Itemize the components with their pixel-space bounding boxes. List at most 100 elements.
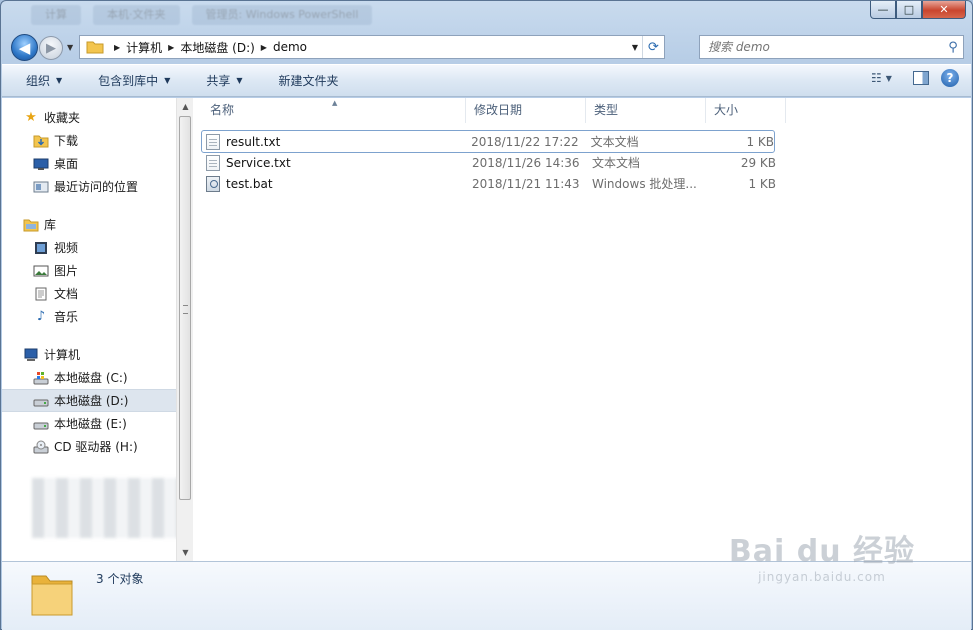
ghost-tab: 管理员: Windows PowerShell bbox=[191, 5, 373, 25]
command-bar: 组织 ▼ 包含到库中 ▼ 共享 ▼ 新建文件夹 ☷ ▼ ? bbox=[2, 64, 971, 97]
breadcrumb-demo[interactable]: demo bbox=[273, 40, 307, 54]
chevron-down-icon: ▼ bbox=[164, 75, 171, 85]
system-drive-icon bbox=[32, 370, 50, 386]
nav-pictures-label: 图片 bbox=[54, 264, 79, 278]
baidu-watermark: Bai du 经验 jingyan.baidu.com bbox=[729, 526, 915, 584]
organize-menu[interactable]: 组织 ▼ bbox=[2, 69, 74, 93]
nav-libraries[interactable]: 库 bbox=[2, 213, 176, 236]
nav-recent-places[interactable]: 最近访问的位置 bbox=[2, 175, 176, 198]
change-view-button[interactable]: ☷ ▼ bbox=[871, 71, 901, 85]
file-size: 1 KB bbox=[748, 176, 776, 191]
nav-computer[interactable]: 计算机 bbox=[2, 343, 176, 366]
nav-videos[interactable]: 视频 bbox=[2, 236, 176, 259]
breadcrumb-separator-icon[interactable]: ▶ bbox=[168, 43, 174, 52]
share-menu[interactable]: 共享 ▼ bbox=[182, 69, 254, 93]
file-name-cell: result.txt bbox=[202, 133, 465, 150]
navigation-scrollbar[interactable]: ▲ ▼ bbox=[176, 98, 193, 561]
drive-icon bbox=[32, 416, 50, 432]
column-header-name[interactable]: ▲ 名称 bbox=[202, 98, 466, 123]
nav-desktop[interactable]: 桌面 bbox=[2, 152, 176, 175]
minimize-button[interactable]: — bbox=[870, 1, 896, 19]
nav-music-label: 音乐 bbox=[54, 310, 79, 324]
nav-drive-d[interactable]: 本地磁盘 (D:) bbox=[2, 389, 176, 412]
file-name: test.bat bbox=[226, 176, 273, 191]
scroll-down-icon[interactable]: ▼ bbox=[177, 544, 194, 561]
nav-documents-label: 文档 bbox=[54, 287, 79, 301]
text-file-icon bbox=[206, 133, 220, 150]
star-icon: ★ bbox=[25, 110, 37, 125]
column-headers: ▲ 名称 修改日期 类型 大小 bbox=[202, 98, 786, 123]
breadcrumb-separator-icon[interactable]: ▶ bbox=[114, 43, 120, 52]
back-button[interactable]: ◀ bbox=[11, 34, 38, 61]
column-header-size[interactable]: 大小 bbox=[706, 98, 786, 123]
title-bar: 计算 本机·文件夹 管理员: Windows PowerShell — □ ✕ bbox=[1, 1, 972, 31]
music-icon: ♪ bbox=[36, 309, 46, 324]
scrollbar-thumb[interactable] bbox=[179, 116, 191, 500]
breadcrumb-drive-d[interactable]: 本地磁盘 (D:) bbox=[180, 39, 254, 56]
breadcrumb: ▶ 计算机 ▶ 本地磁盘 (D:) ▶ demo bbox=[80, 36, 628, 58]
help-icon[interactable]: ? bbox=[941, 69, 959, 87]
file-list: result.txt 2018/11/22 17:22 文本文档 1 KB Se… bbox=[201, 130, 776, 194]
folder-icon bbox=[31, 575, 73, 616]
breadcrumb-separator-icon[interactable]: ▶ bbox=[261, 43, 267, 52]
recent-pages-dropdown-icon[interactable]: ▼ bbox=[67, 43, 73, 52]
nav-drive-h-label: CD 驱动器 (H:) bbox=[54, 440, 138, 454]
main-area: ★ 收藏夹 下载 桌面 最近访问的位置 库 视频 图片 文档 ♪ 音乐 计算机 … bbox=[2, 98, 971, 561]
computer-group: 计算机 本地磁盘 (C:) 本地磁盘 (D:) 本地磁盘 (E:) CD 驱动器… bbox=[2, 343, 176, 458]
search-input[interactable] bbox=[700, 40, 943, 54]
maximize-button[interactable]: □ bbox=[896, 1, 922, 19]
refresh-icon[interactable]: ⟳ bbox=[642, 36, 664, 58]
address-bar[interactable]: ▶ 计算机 ▶ 本地磁盘 (D:) ▶ demo ▼ ⟳ bbox=[79, 35, 665, 59]
file-list-pane: ▲ 名称 修改日期 类型 大小 result.txt 2018/11/22 17… bbox=[194, 98, 971, 561]
file-row[interactable]: Service.txt 2018/11/26 14:36 文本文档 29 KB bbox=[202, 152, 776, 173]
text-file-icon bbox=[206, 154, 220, 171]
item-count: 3 个对象 bbox=[96, 572, 144, 586]
close-button[interactable]: ✕ bbox=[922, 1, 966, 19]
preview-pane-icon[interactable] bbox=[913, 71, 929, 85]
ghost-tab: 本机·文件夹 bbox=[93, 5, 180, 25]
file-date: 2018/11/22 17:22 bbox=[471, 134, 579, 149]
nav-desktop-label: 桌面 bbox=[54, 157, 79, 171]
nav-documents[interactable]: 文档 bbox=[2, 282, 176, 305]
nav-drive-d-label: 本地磁盘 (D:) bbox=[54, 394, 129, 408]
file-row[interactable]: test.bat 2018/11/21 11:43 Windows 批处理...… bbox=[202, 173, 776, 194]
navigation-tree: ★ 收藏夹 下载 桌面 最近访问的位置 库 视频 图片 文档 ♪ 音乐 计算机 … bbox=[2, 106, 176, 473]
download-folder-icon bbox=[32, 133, 50, 149]
column-header-date[interactable]: 修改日期 bbox=[466, 98, 586, 123]
nav-pictures[interactable]: 图片 bbox=[2, 259, 176, 282]
nav-drive-e-label: 本地磁盘 (E:) bbox=[54, 417, 127, 431]
forward-button[interactable]: ▶ bbox=[39, 36, 63, 60]
nav-downloads[interactable]: 下载 bbox=[2, 129, 176, 152]
nav-libraries-label: 库 bbox=[44, 218, 57, 232]
computer-icon bbox=[22, 347, 40, 363]
new-folder-label: 新建文件夹 bbox=[278, 73, 339, 88]
navigation-row: ◀ ▶ ▼ ▶ 计算机 ▶ 本地磁盘 (D:) ▶ demo ▼ ⟳ ⚲ bbox=[9, 33, 966, 61]
folder-icon bbox=[86, 41, 104, 54]
file-row[interactable]: result.txt 2018/11/22 17:22 文本文档 1 KB bbox=[201, 130, 775, 153]
nav-drive-c[interactable]: 本地磁盘 (C:) bbox=[2, 366, 176, 389]
batch-file-icon bbox=[206, 175, 220, 192]
nav-drive-e[interactable]: 本地磁盘 (E:) bbox=[2, 412, 176, 435]
cd-drive-icon bbox=[32, 439, 50, 455]
sort-ascending-icon: ▲ bbox=[332, 99, 338, 107]
file-size: 29 KB bbox=[740, 155, 776, 170]
file-type: 文本文档 bbox=[592, 156, 641, 170]
nav-recent-places-label: 最近访问的位置 bbox=[54, 180, 139, 194]
nav-music[interactable]: ♪ 音乐 bbox=[2, 305, 176, 328]
address-dropdown-icon[interactable]: ▼ bbox=[628, 43, 642, 52]
search-icon[interactable]: ⚲ bbox=[943, 40, 963, 55]
nav-favorites[interactable]: ★ 收藏夹 bbox=[2, 106, 176, 129]
column-header-type[interactable]: 类型 bbox=[586, 98, 706, 123]
new-folder-button[interactable]: 新建文件夹 bbox=[255, 69, 351, 93]
nav-videos-label: 视频 bbox=[54, 241, 79, 255]
command-bar-right: ☷ ▼ ? bbox=[871, 69, 959, 87]
scroll-up-icon[interactable]: ▲ bbox=[177, 98, 194, 115]
include-in-library-menu[interactable]: 包含到库中 ▼ bbox=[74, 69, 182, 93]
nav-drive-h[interactable]: CD 驱动器 (H:) bbox=[2, 435, 176, 458]
chevron-down-icon: ▼ bbox=[56, 75, 63, 85]
file-date: 2018/11/21 11:43 bbox=[472, 176, 580, 191]
background-taskbar-ghost: 计算 本机·文件夹 管理员: Windows PowerShell bbox=[31, 5, 373, 27]
breadcrumb-computer[interactable]: 计算机 bbox=[126, 39, 162, 56]
chevron-down-icon: ▼ bbox=[236, 75, 243, 85]
chevron-down-icon: ▼ bbox=[885, 73, 892, 83]
